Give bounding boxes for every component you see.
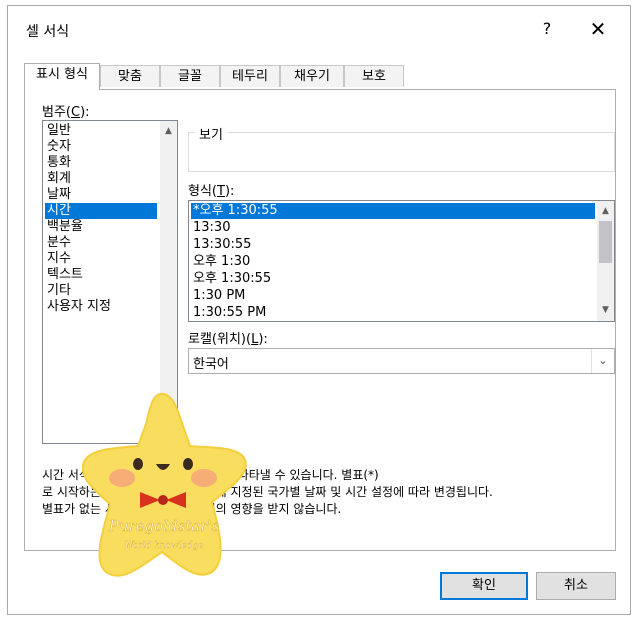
format-item[interactable]: 13:30	[191, 220, 595, 236]
format-item[interactable]: 13:30:55	[191, 237, 595, 253]
category-item-time[interactable]: 시간	[45, 203, 157, 219]
tab-number[interactable]: 표시 형식	[24, 63, 100, 90]
tab-protection[interactable]: 보호	[344, 65, 404, 87]
star-mascot-watermark: Puregoldstar's World knowledge	[82, 392, 247, 577]
category-item-accounting[interactable]: 회계	[45, 171, 157, 187]
locale-dropdown[interactable]: 한국어 ⌄	[188, 348, 615, 374]
format-item[interactable]: 오후 1:30:55	[191, 271, 595, 287]
format-type-list[interactable]: *오후 1:30:55 13:30 13:30:55 오후 1:30 오후 1:…	[188, 200, 615, 322]
category-item-fraction[interactable]: 분수	[45, 235, 157, 251]
scroll-thumb[interactable]	[599, 221, 612, 263]
help-button[interactable]: ?	[532, 16, 562, 42]
scroll-up-icon[interactable]: ▲	[597, 203, 614, 220]
dialog-title: 셀 서식	[26, 24, 70, 40]
ok-button[interactable]: 확인	[440, 572, 528, 600]
chevron-down-icon[interactable]: ⌄	[591, 349, 614, 373]
cancel-button[interactable]: 취소	[536, 572, 616, 600]
category-item-currency[interactable]: 통화	[45, 155, 157, 171]
sample-legend: 보기	[195, 124, 227, 143]
watermark-subtext: World knowledge	[124, 541, 203, 551]
category-item-special[interactable]: 기타	[45, 283, 157, 299]
format-item[interactable]: 1:30:55 PM	[191, 305, 595, 321]
scroll-up-icon[interactable]: ▲	[160, 123, 177, 140]
category-item-general[interactable]: 일반	[45, 123, 157, 139]
category-item-custom[interactable]: 사용자 지정	[45, 299, 157, 315]
tab-border[interactable]: 테두리	[220, 65, 280, 87]
sample-box	[188, 132, 615, 172]
category-item-percentage[interactable]: 백분율	[45, 219, 157, 235]
scroll-down-icon[interactable]: ▼	[597, 302, 614, 319]
tab-font[interactable]: 글꼴	[160, 65, 220, 87]
category-item-date[interactable]: 날짜	[45, 187, 157, 203]
tab-alignment[interactable]: 맞춤	[100, 65, 160, 87]
watermark-text: Puregoldstar's	[108, 517, 220, 535]
format-item[interactable]: *오후 1:30:55	[191, 203, 595, 219]
format-type-label: 형식(T):	[188, 184, 235, 199]
category-item-text[interactable]: 텍스트	[45, 267, 157, 283]
format-item[interactable]: 1:30 PM	[191, 288, 595, 304]
close-button[interactable]: ✕	[582, 16, 614, 42]
format-item[interactable]: 오후 1:30	[191, 254, 595, 270]
locale-value: 한국어	[193, 357, 229, 372]
category-label: 범주(C):	[42, 105, 90, 120]
category-item-number[interactable]: 숫자	[45, 139, 157, 155]
category-item-scientific[interactable]: 지수	[45, 251, 157, 267]
format-scrollbar[interactable]: ▲ ▼	[597, 201, 614, 321]
locale-label: 로캘(위치)(L):	[188, 332, 268, 347]
tab-fill[interactable]: 채우기	[280, 65, 344, 87]
title-bar: 셀 서식 ? ✕	[8, 6, 630, 50]
